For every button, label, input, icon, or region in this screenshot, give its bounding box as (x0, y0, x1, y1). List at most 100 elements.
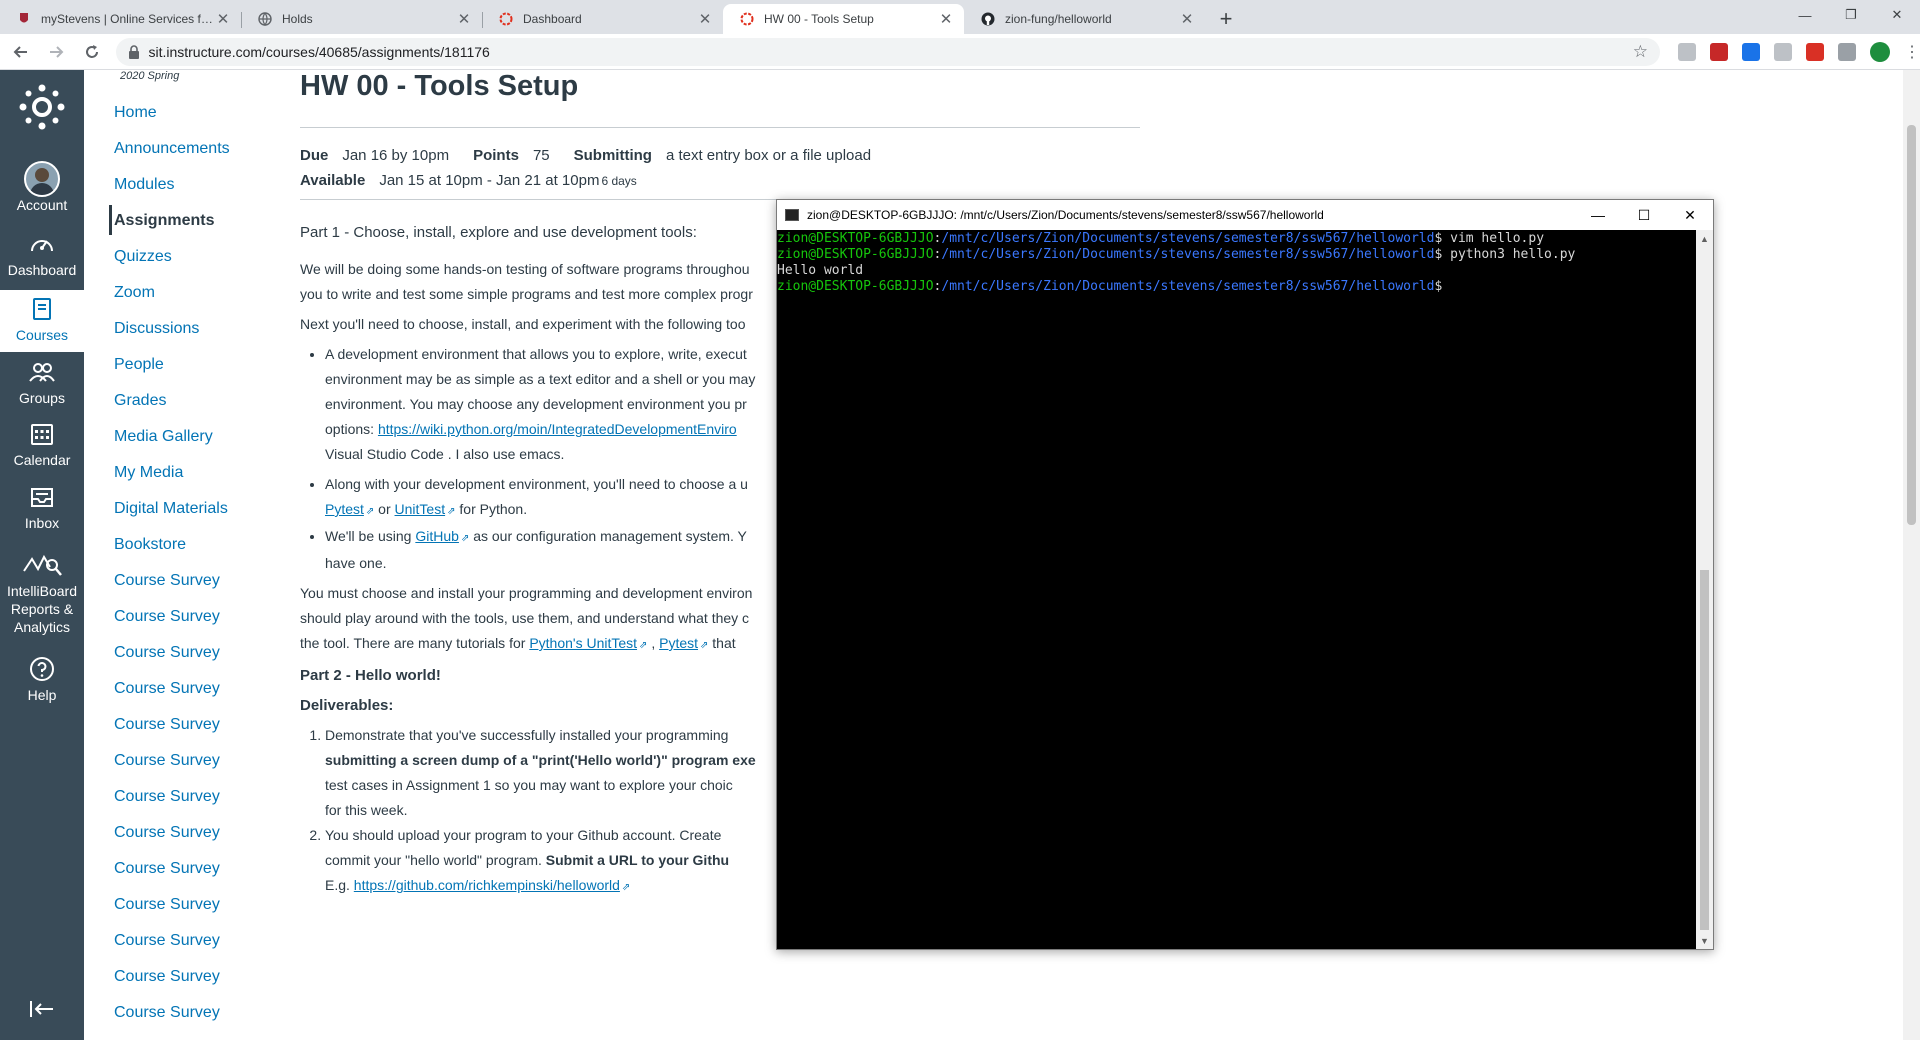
example-github-link[interactable]: https://github.com/richkempinski/hellowo… (354, 877, 620, 893)
analytics-icon (22, 548, 62, 582)
course-nav-my-media[interactable]: My Media (114, 464, 183, 482)
back-button[interactable] (6, 37, 35, 67)
command: $ vim hello.py (1434, 231, 1545, 246)
course-nav-course-survey[interactable]: Course Survey (114, 572, 220, 590)
url-text: sit.instructure.com/courses/40685/assign… (148, 43, 490, 60)
browser-tab[interactable]: Holds ✕ (241, 4, 482, 34)
global-nav-courses[interactable]: Courses (0, 290, 84, 352)
terminal-output[interactable]: zion@DESKTOP-6GBJJJO:/mnt/c/Users/Zion/D… (777, 230, 1695, 949)
course-nav-course-survey[interactable]: Course Survey (114, 608, 220, 626)
course-nav-digital-materials[interactable]: Digital Materials (114, 500, 228, 518)
canvas-icon (739, 11, 755, 27)
prompt-user: zion@DESKTOP-6GBJJJO (777, 247, 934, 262)
course-nav-course-survey[interactable]: Course Survey (114, 788, 220, 806)
unittest-link[interactable]: UnitTest (395, 501, 446, 517)
browser-tab[interactable]: myStevens | Online Services for the ✕ (0, 4, 241, 34)
close-icon[interactable]: ✕ (1179, 10, 1195, 28)
course-nav-course-survey[interactable]: Course Survey (114, 932, 220, 950)
course-nav-course-survey[interactable]: Course Survey (114, 644, 220, 662)
close-icon[interactable]: ✕ (938, 10, 954, 28)
course-nav-course-survey[interactable]: Course Survey (114, 896, 220, 914)
calendar-icon (30, 417, 54, 451)
scrollbar-thumb[interactable] (1907, 125, 1916, 525)
forward-button[interactable] (41, 37, 70, 67)
inbox-icon (30, 480, 54, 514)
course-nav-course-survey[interactable]: Course Survey (114, 716, 220, 734)
global-nav-account[interactable]: Account (0, 161, 84, 222)
part1-text: - Choose, install, explore and use devel… (340, 224, 697, 241)
terminal-scrollbar[interactable]: ▲ ▼ (1696, 230, 1713, 949)
bookmark-star-icon[interactable]: ☆ (1633, 42, 1648, 62)
course-nav-course-survey[interactable]: Course Survey (114, 680, 220, 698)
maximize-button[interactable]: ☐ (1621, 200, 1667, 230)
minimize-button[interactable]: — (1575, 200, 1621, 230)
course-nav-course-survey[interactable]: Course Survey (114, 860, 220, 878)
course-nav-announcements[interactable]: Announcements (114, 140, 230, 158)
course-nav-bookstore[interactable]: Bookstore (114, 536, 186, 554)
extension-icon[interactable] (1806, 42, 1824, 61)
text: or (374, 501, 395, 517)
course-nav-course-survey[interactable]: Course Survey (114, 824, 220, 842)
scroll-down-icon[interactable]: ▼ (1696, 932, 1713, 949)
page-scrollbar[interactable] (1903, 70, 1920, 1040)
global-nav-dashboard[interactable]: Dashboard (0, 227, 84, 287)
text: Visual Studio Code . I also use emacs. (325, 446, 565, 462)
course-nav-course-survey[interactable]: Course Survey (114, 1004, 220, 1022)
global-nav-inbox[interactable]: Inbox (0, 480, 84, 542)
close-button[interactable]: ✕ (1667, 200, 1713, 230)
text: test cases in Assignment 1 so you may wa… (325, 777, 733, 793)
extension-icon[interactable] (1838, 42, 1856, 61)
pytest-tutorial-link[interactable]: Pytest (659, 635, 698, 651)
extension-icon[interactable] (1678, 42, 1696, 61)
menu-icon[interactable]: ⋮ (1904, 42, 1920, 62)
course-nav-media-gallery[interactable]: Media Gallery (114, 428, 213, 446)
pytest-link[interactable]: Pytest (325, 501, 364, 517)
deliverables-heading: Deliverables: (300, 697, 394, 714)
reload-button[interactable] (77, 37, 106, 67)
close-icon[interactable]: ✕ (697, 10, 713, 28)
close-window-icon[interactable]: ✕ (1874, 0, 1920, 30)
global-nav-intelliboard[interactable]: IntelliBoard Reports & Analytics (0, 548, 84, 642)
browser-tab[interactable]: zion-fung/helloworld ✕ (964, 4, 1205, 34)
close-icon[interactable]: ✕ (215, 10, 231, 28)
close-icon[interactable]: ✕ (456, 10, 472, 28)
global-nav-help[interactable]: Help (0, 652, 84, 714)
terminal-window[interactable]: zion@DESKTOP-6GBJJJO: /mnt/c/Users/Zion/… (776, 199, 1714, 950)
course-nav-grades[interactable]: Grades (114, 392, 166, 410)
minimize-icon[interactable]: — (1782, 0, 1828, 30)
collapse-nav-button[interactable] (0, 1000, 84, 1030)
text: you to write and test some simple progra… (300, 286, 753, 302)
course-nav-modules[interactable]: Modules (114, 176, 174, 194)
browser-tab[interactable]: Dashboard ✕ (482, 4, 723, 34)
restore-icon[interactable]: ❐ (1828, 0, 1874, 30)
course-nav-zoom[interactable]: Zoom (114, 284, 155, 302)
new-tab-button[interactable]: + (1209, 4, 1243, 34)
extension-icon[interactable] (1774, 42, 1792, 61)
available-value: Jan 15 at 10pm - Jan 21 at 10pm (379, 172, 600, 189)
unittest-tutorial-link[interactable]: Python's UnitTest (529, 635, 637, 651)
browser-tab-active[interactable]: HW 00 - Tools Setup ✕ (723, 4, 964, 34)
address-bar[interactable]: sit.instructure.com/courses/40685/assign… (116, 37, 1660, 66)
github-link[interactable]: GitHub (415, 528, 459, 544)
extension-icon[interactable] (1742, 42, 1760, 61)
course-nav-assignments[interactable]: Assignments (114, 212, 214, 230)
terminal-titlebar[interactable]: zion@DESKTOP-6GBJJJO: /mnt/c/Users/Zion/… (777, 200, 1713, 230)
global-nav-calendar[interactable]: Calendar (0, 417, 84, 479)
scrollbar-thumb[interactable] (1700, 570, 1709, 930)
course-nav-quizzes[interactable]: Quizzes (114, 248, 172, 266)
global-nav-groups[interactable]: Groups (0, 355, 84, 415)
global-nav-label: Inbox (24, 515, 60, 531)
scroll-up-icon[interactable]: ▲ (1696, 230, 1713, 247)
canvas-logo[interactable] (0, 84, 84, 130)
course-nav-home[interactable]: Home (114, 104, 157, 122)
profile-avatar-icon[interactable] (1870, 41, 1890, 62)
active-indicator (109, 205, 112, 235)
course-nav-people[interactable]: People (114, 356, 164, 374)
prompt-path: /mnt/c/Users/Zion/Documents/stevens/seme… (941, 231, 1435, 246)
course-nav-course-survey[interactable]: Course Survey (114, 968, 220, 986)
course-nav-discussions[interactable]: Discussions (114, 320, 199, 338)
ide-wiki-link[interactable]: https://wiki.python.org/moin/IntegratedD… (378, 421, 737, 437)
extension-icon[interactable] (1710, 42, 1728, 61)
course-nav-course-survey[interactable]: Course Survey (114, 752, 220, 770)
reload-icon (85, 44, 98, 58)
